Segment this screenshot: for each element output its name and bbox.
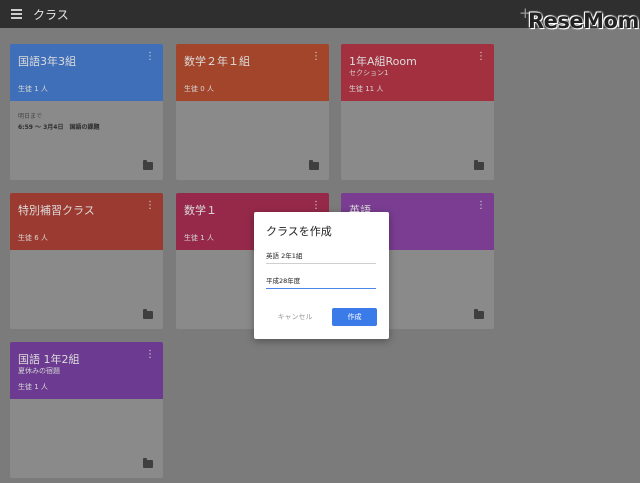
student-count: 生徒 1 人 xyxy=(18,383,48,391)
more-options-icon[interactable]: ⋮ xyxy=(311,52,321,62)
folder-icon[interactable] xyxy=(143,309,153,319)
class-name[interactable]: 数学１ xyxy=(184,202,217,218)
folder-icon[interactable] xyxy=(143,160,153,170)
card-body xyxy=(176,101,329,180)
student-count: 生徒 1 人 xyxy=(18,85,48,93)
card-header[interactable]: 国語3年3組 生徒 1 人 ⋮ xyxy=(10,44,163,101)
class-name[interactable]: 1年A組Room xyxy=(349,53,417,69)
class-name-field[interactable]: 英語 2年1組 xyxy=(266,251,376,264)
section-name: 夏休みの宿題 xyxy=(18,367,60,375)
student-count: 生徒 1 人 xyxy=(184,234,214,242)
class-card[interactable]: 国語3年3組 生徒 1 人 ⋮ 明日まで 6:59 ～ 3月4日 国語の課題 xyxy=(10,44,163,180)
more-options-icon[interactable]: ⋮ xyxy=(476,201,486,211)
card-header[interactable]: 数学２年１組 生徒 0 人 ⋮ xyxy=(176,44,329,101)
class-name[interactable]: 国語 1年2組 xyxy=(18,351,80,367)
more-options-icon[interactable]: ⋮ xyxy=(476,52,486,62)
class-name[interactable]: 特別補習クラス xyxy=(18,202,95,218)
folder-icon[interactable] xyxy=(474,160,484,170)
card-header[interactable]: 国語 1年2組 夏休みの宿題 生徒 1 人 ⋮ xyxy=(10,342,163,399)
card-body: 明日まで 6:59 ～ 3月4日 国語の課題 xyxy=(10,101,163,180)
create-button[interactable]: 作成 xyxy=(332,308,377,326)
card-header[interactable]: 特別補習クラス 生徒 6 人 ⋮ xyxy=(10,193,163,250)
section-field[interactable]: 平成28年度 xyxy=(266,276,376,289)
card-body xyxy=(341,101,494,180)
dialog-title: クラスを作成 xyxy=(266,225,332,238)
more-options-icon[interactable]: ⋮ xyxy=(145,350,155,360)
class-name[interactable]: 国語3年3組 xyxy=(18,53,76,69)
cancel-button[interactable]: キャンセル xyxy=(272,308,318,326)
create-class-dialog: クラスを作成 英語 2年1組 平成28年度 キャンセル 作成 xyxy=(254,212,389,339)
section-name: セクション1 xyxy=(349,69,389,77)
folder-icon[interactable] xyxy=(143,458,153,468)
card-body xyxy=(10,250,163,329)
class-card[interactable]: 特別補習クラス 生徒 6 人 ⋮ xyxy=(10,193,163,329)
card-header[interactable]: 1年A組Room セクション1 生徒 11 人 ⋮ xyxy=(341,44,494,101)
student-count: 生徒 11 人 xyxy=(349,85,384,93)
due-label: 明日まで xyxy=(18,113,43,120)
class-card[interactable]: 国語 1年2組 夏休みの宿題 生徒 1 人 ⋮ xyxy=(10,342,163,478)
class-card[interactable]: 1年A組Room セクション1 生徒 11 人 ⋮ xyxy=(341,44,494,180)
more-options-icon[interactable]: ⋮ xyxy=(145,52,155,62)
folder-icon[interactable] xyxy=(309,160,319,170)
watermark-logo: ReseMom xyxy=(528,9,639,33)
class-card[interactable]: 数学２年１組 生徒 0 人 ⋮ xyxy=(176,44,329,180)
more-options-icon[interactable]: ⋮ xyxy=(145,201,155,211)
class-name[interactable]: 数学２年１組 xyxy=(184,53,250,69)
assignment-link[interactable]: 6:59 ～ 3月4日 国語の課題 xyxy=(18,122,99,131)
hamburger-menu-icon[interactable] xyxy=(11,9,22,19)
page-title: クラス xyxy=(33,8,69,22)
more-options-icon[interactable]: ⋮ xyxy=(311,201,321,211)
student-count: 生徒 6 人 xyxy=(18,234,48,242)
student-count: 生徒 0 人 xyxy=(184,85,214,93)
card-body xyxy=(10,399,163,478)
folder-icon[interactable] xyxy=(474,309,484,319)
